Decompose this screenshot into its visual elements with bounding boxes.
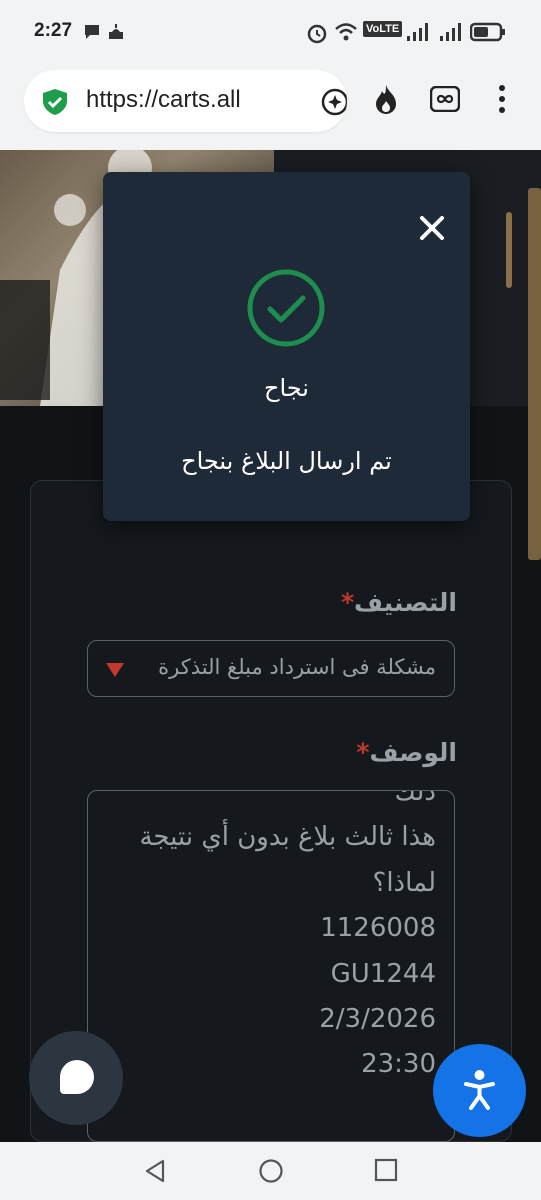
modal-message: تم ارسال البلاغ بنجاح — [181, 447, 392, 475]
description-line: 1126008 — [320, 913, 436, 943]
message-icon — [82, 22, 102, 46]
category-select[interactable]: مشكلة فى استرداد مبلغ التذكرة — [87, 640, 455, 697]
chat-bubble-icon — [60, 1060, 94, 1094]
required-mark: * — [340, 588, 355, 617]
accessibility-button[interactable] — [433, 1044, 526, 1137]
side-accent-strip — [528, 188, 541, 560]
infinity-icon[interactable] — [429, 85, 461, 116]
shield-check-icon[interactable] — [40, 87, 70, 121]
status-bar: 2:27 VoLTE — [0, 0, 541, 64]
required-mark-2: * — [356, 738, 370, 767]
alarm-icon — [306, 22, 328, 48]
fire-icon[interactable] — [371, 83, 401, 119]
home-icon[interactable] — [258, 1158, 284, 1188]
sparkle-chat-icon[interactable] — [320, 87, 347, 121]
success-modal: نجاح تم ارسال البلاغ بنجاح — [103, 172, 470, 521]
wifi-icon — [334, 22, 358, 46]
status-time: 2:27 — [34, 20, 73, 41]
check-circle-icon — [246, 268, 326, 348]
description-line: 23:30 — [361, 1049, 436, 1079]
category-label: التصنيف* — [335, 588, 457, 617]
more-vert-icon[interactable] — [497, 84, 507, 118]
chat-button[interactable] — [29, 1031, 123, 1125]
dropdown-arrow-icon — [106, 663, 124, 677]
description-line: GU1244 — [330, 959, 436, 989]
description-label-text: الوصف — [369, 738, 457, 767]
description-line: ذلك — [394, 790, 436, 807]
recents-icon[interactable] — [374, 1158, 398, 1186]
browser-toolbar: https://carts.all — [0, 64, 541, 150]
signal-icon-2 — [439, 22, 463, 46]
battery-icon — [469, 22, 506, 46]
close-icon[interactable] — [416, 212, 448, 244]
category-label-text: التصنيف — [354, 588, 457, 617]
accessibility-icon — [464, 1070, 495, 1110]
system-nav-bar — [0, 1142, 541, 1200]
hero-accent-bar — [506, 212, 512, 288]
address-bar[interactable]: https://carts.all — [24, 70, 347, 132]
modal-title: نجاح — [264, 374, 309, 402]
url-text[interactable]: https://carts.all — [86, 86, 306, 114]
description-line: لماذا؟ — [372, 868, 436, 898]
signal-icon — [406, 22, 430, 46]
description-line: هذا ثالث بلاغ بدون أي نتيجة — [139, 822, 436, 852]
mosque-icon — [106, 22, 126, 46]
volte-badge: VoLTE — [363, 21, 403, 37]
description-line: 2/3/2026 — [319, 1004, 436, 1034]
description-label: الوصف* — [350, 738, 457, 767]
back-icon[interactable] — [143, 1158, 167, 1188]
description-textarea[interactable]: ذلك هذا ثالث بلاغ بدون أي نتيجة لماذا؟ 1… — [87, 790, 455, 1142]
category-select-value: مشكلة فى استرداد مبلغ التذكرة — [158, 655, 436, 679]
